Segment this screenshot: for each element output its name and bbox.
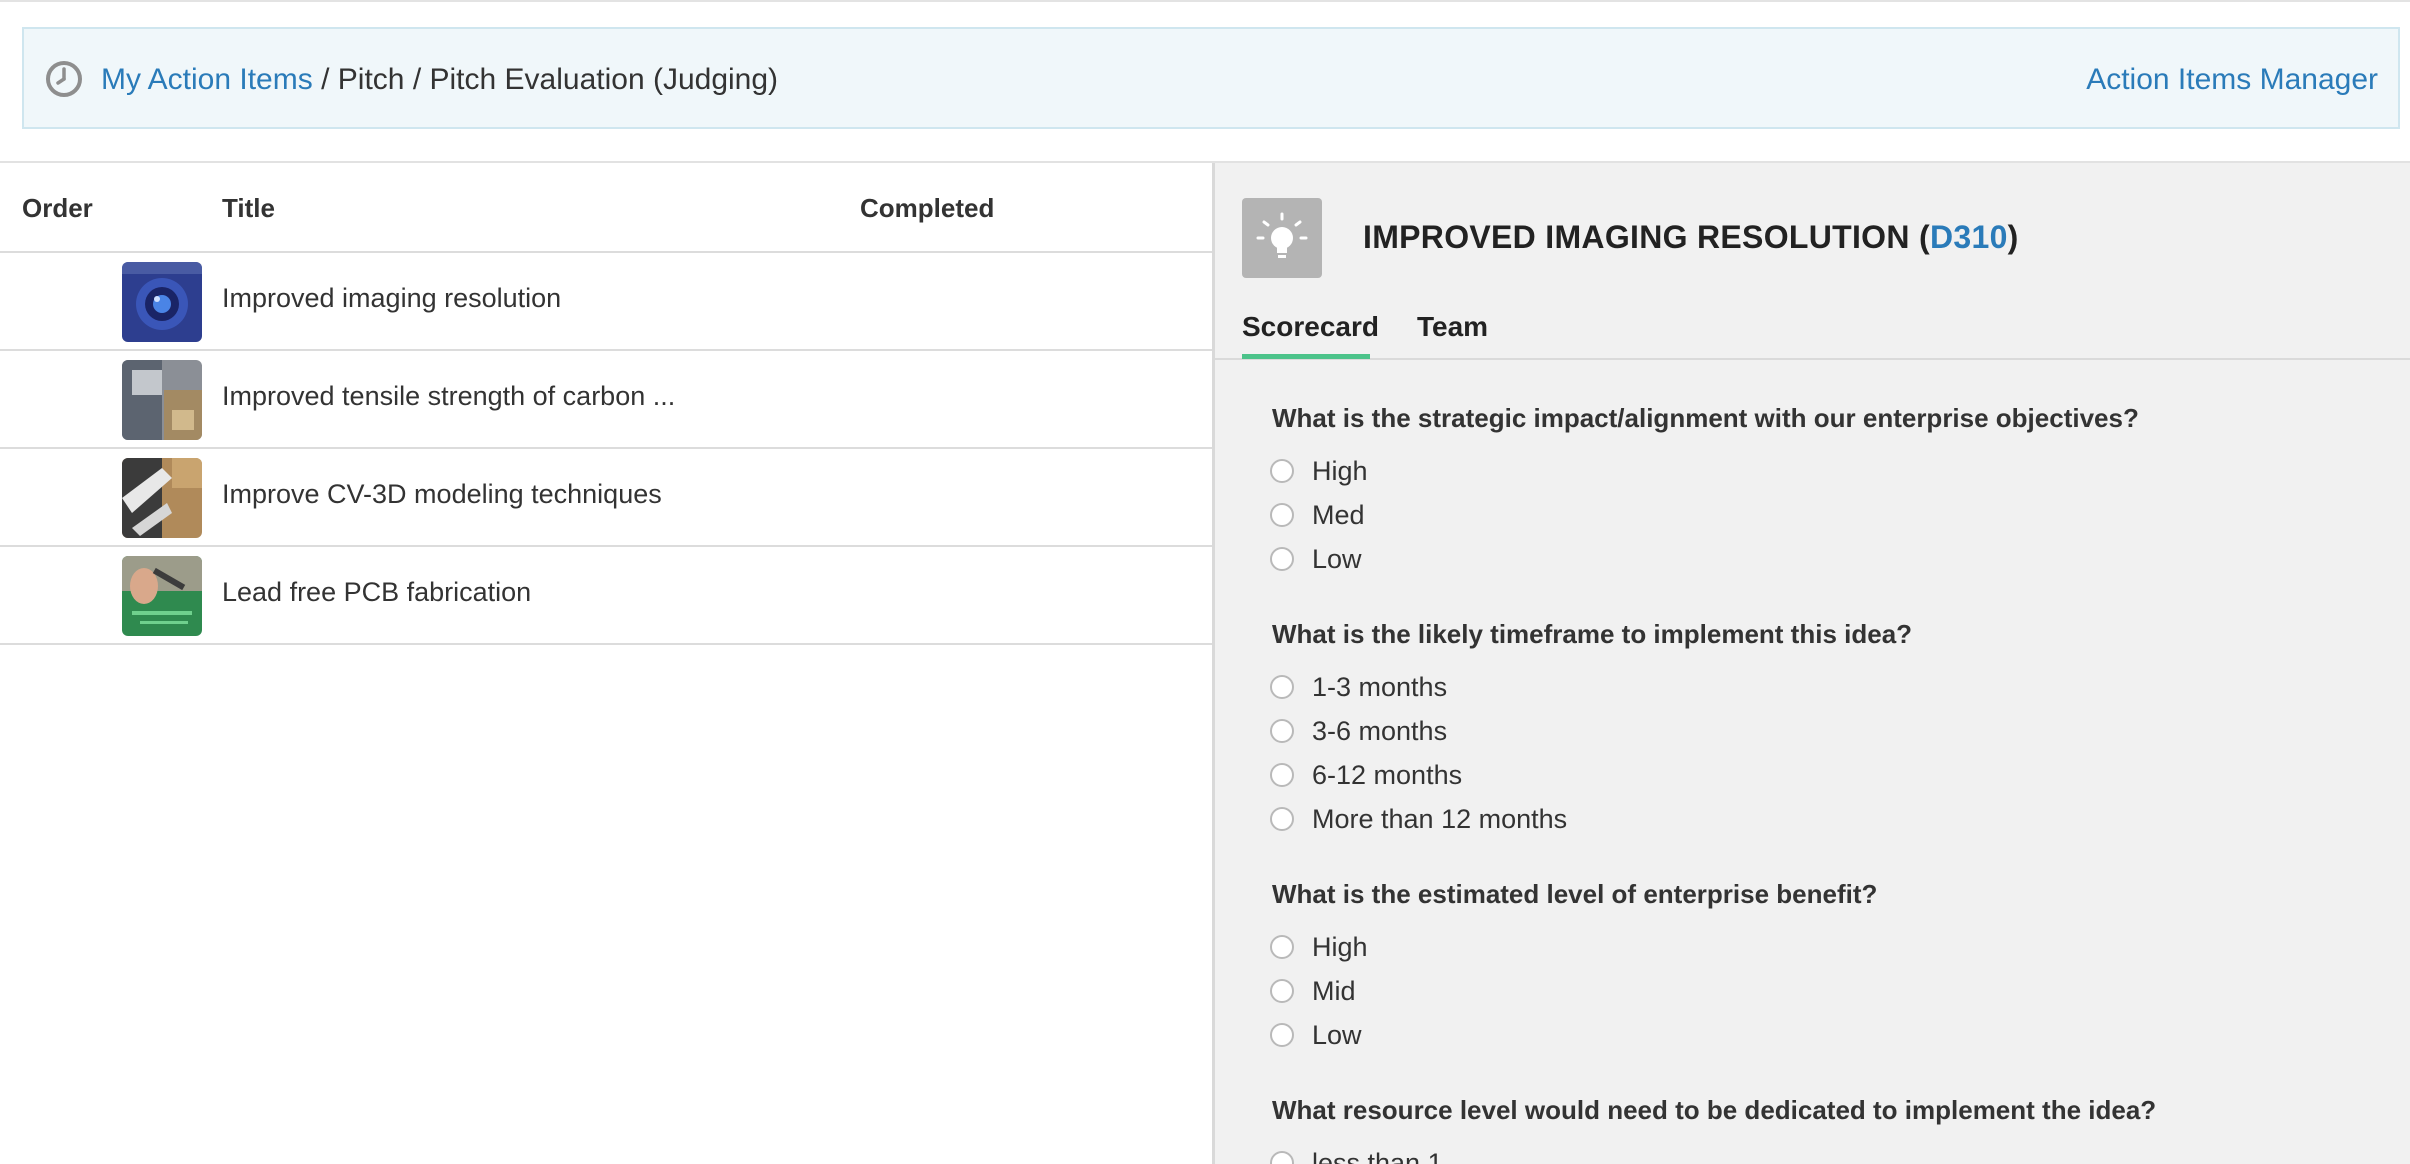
radio-button[interactable]: [1270, 675, 1294, 699]
radio-button[interactable]: [1270, 979, 1294, 1003]
lens-image: [122, 262, 202, 342]
clock-icon: [46, 61, 82, 97]
radio-label: High: [1312, 932, 1368, 962]
breadcrumb: My Action Items / Pitch / Pitch Evaluati…: [101, 62, 778, 98]
idea-code-link[interactable]: D310: [1930, 219, 2008, 255]
radio-label: 6-12 months: [1312, 760, 1463, 790]
material-image: [122, 360, 202, 440]
breadcrumb-separator: /: [321, 63, 330, 96]
column-header-completed[interactable]: Completed: [860, 193, 994, 224]
idea-title-paren: (: [1919, 219, 1930, 255]
radio-button[interactable]: [1270, 719, 1294, 743]
question-strategic-impact: What is the strategic impact/alignment w…: [1272, 403, 2139, 433]
breadcrumb-banner: My Action Items / Pitch / Pitch Evaluati…: [22, 27, 2400, 129]
action-items-list: Order Title Completed Improved imaging r…: [0, 163, 1212, 1164]
radio-label: Low: [1312, 544, 1362, 574]
column-header-title[interactable]: Title: [222, 193, 275, 224]
radio-label: High: [1312, 456, 1368, 486]
idea-detail-panel: IMPROVED IMAGING RESOLUTION (D310) Score…: [1215, 163, 2410, 1164]
row-title: Improved imaging resolution: [222, 283, 562, 313]
tab-team[interactable]: Team: [1417, 311, 1488, 343]
row-title: Improved tensile strength of carbon ...: [222, 381, 676, 411]
idea-title: IMPROVED IMAGING RESOLUTION (D310): [1363, 219, 2019, 256]
breadcrumb-my-action-items[interactable]: My Action Items: [101, 63, 313, 96]
radio-button[interactable]: [1270, 547, 1294, 571]
radio-button[interactable]: [1270, 1023, 1294, 1047]
radio-label: More than 12 months: [1312, 804, 1568, 834]
action-items-manager-link[interactable]: Action Items Manager: [2086, 62, 2378, 98]
breadcrumb-pitch-evaluation: Pitch Evaluation (Judging): [429, 63, 779, 96]
tabs-divider: [1215, 358, 2410, 360]
radio-label: Mid: [1312, 976, 1356, 1006]
question-enterprise-benefit: What is the estimated level of enterpris…: [1272, 879, 1878, 909]
lightbulb-icon: [1242, 198, 1322, 278]
radio-button[interactable]: [1270, 503, 1294, 527]
column-header-order[interactable]: Order: [22, 193, 93, 224]
idea-title-paren: ): [2007, 219, 2019, 255]
radio-button[interactable]: [1270, 459, 1294, 483]
question-timeframe: What is the likely timeframe to implemen…: [1272, 619, 1913, 649]
radio-label: less than 1: [1312, 1148, 1443, 1164]
top-rule: [0, 0, 2410, 2]
table-row[interactable]: Improve CV-3D modeling techniques: [0, 449, 1212, 547]
radio-label: Med: [1312, 500, 1365, 530]
breadcrumb-separator: /: [412, 63, 422, 96]
pcb-image: [122, 556, 202, 636]
row-title: Lead free PCB fabrication: [222, 577, 532, 607]
tab-scorecard[interactable]: Scorecard: [1242, 311, 1379, 343]
radio-label: 3-6 months: [1312, 716, 1448, 746]
breadcrumb-pitch: Pitch: [337, 63, 405, 96]
active-tab-indicator: [1242, 354, 1370, 359]
radio-label: 1-3 months: [1312, 672, 1448, 702]
table-row[interactable]: Lead free PCB fabrication: [0, 547, 1212, 645]
question-resource-level: What resource level would need to be ded…: [1272, 1095, 2157, 1125]
radio-button[interactable]: [1270, 807, 1294, 831]
model-image: [122, 458, 202, 538]
radio-button[interactable]: [1270, 935, 1294, 959]
table-row[interactable]: Improved tensile strength of carbon ...: [0, 351, 1212, 449]
radio-label: Low: [1312, 1020, 1362, 1050]
idea-title-text: IMPROVED IMAGING RESOLUTION: [1363, 219, 1910, 255]
row-title: Improve CV-3D modeling techniques: [222, 479, 662, 509]
radio-button[interactable]: [1270, 763, 1294, 787]
table-row[interactable]: Improved imaging resolution: [0, 253, 1212, 351]
radio-button[interactable]: [1270, 1151, 1294, 1164]
